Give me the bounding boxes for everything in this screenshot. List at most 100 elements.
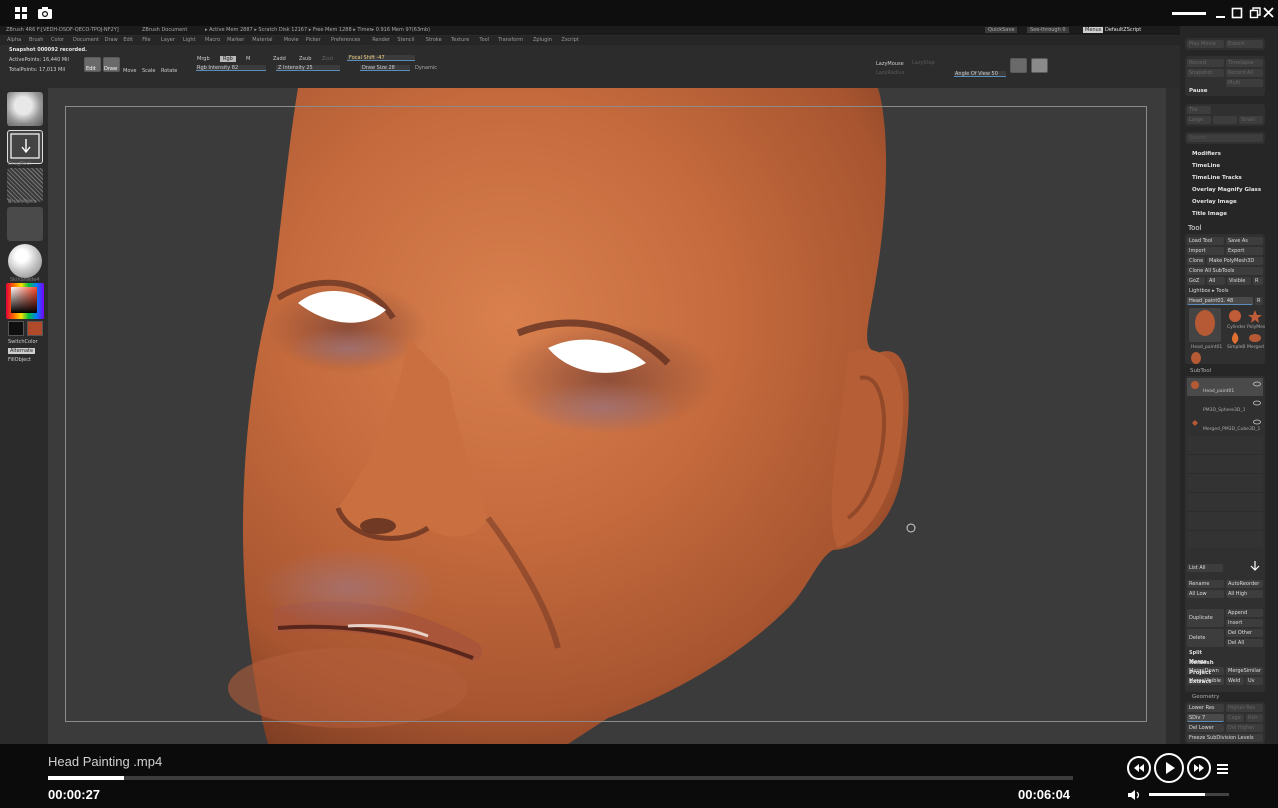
duplicate-button[interactable]: Duplicate [1187,609,1224,627]
play-movie-button[interactable]: Play Movie [1187,40,1224,48]
menu-color[interactable]: Color [51,37,64,43]
subtool-row-3[interactable]: Merged_PM3D_Cube3D_1 [1187,416,1263,434]
search-box[interactable]: Search [1185,132,1265,144]
rename-button[interactable]: Rename [1187,580,1224,588]
goz-r-button[interactable]: R [1253,277,1263,285]
extract-item[interactable]: Extract [1189,679,1211,685]
uv-button[interactable]: Uv [1246,677,1263,685]
volume-icon[interactable] [1127,787,1143,801]
seek-bar[interactable] [48,776,1073,780]
geometry-header[interactable]: Geometry [1192,694,1219,700]
small-head-thumbnail[interactable] [1189,350,1203,364]
menu-alpha[interactable]: Alpha [7,37,21,43]
timeline-item[interactable]: TimeLine [1192,163,1220,169]
fast-forward-button[interactable] [1187,756,1211,780]
main-color-swatch[interactable] [8,321,24,336]
rstr-button[interactable]: Rstr [1246,714,1263,722]
higher-res-button[interactable]: Higher Res [1226,704,1263,712]
color-picker[interactable] [6,283,44,319]
del-other-button[interactable]: Del Other [1226,629,1263,637]
persp-button[interactable] [1010,58,1027,73]
search-field[interactable]: Search [1187,134,1263,142]
lsym-button[interactable] [1050,58,1067,73]
menu-draw[interactable]: Draw [105,37,118,43]
menu-macro[interactable]: Macro [205,37,220,43]
pause-button[interactable]: Pause [1189,88,1208,94]
menus-button[interactable]: Menus [1083,27,1104,33]
all-high-button[interactable]: All High [1226,590,1263,598]
menu-document[interactable]: Document [73,37,99,43]
weld-button[interactable]: Weld [1226,677,1244,685]
minimize-bar-icon[interactable] [1172,4,1206,22]
tool-name-slider[interactable]: Head_paint01. 48 [1187,297,1253,305]
delete-button[interactable]: Delete [1187,629,1224,647]
lazyradius-slider[interactable]: LazyRadius [876,70,904,76]
make-polymesh-button[interactable]: Make PolyMesh3D [1207,257,1263,265]
goz-button[interactable]: GoZ [1187,277,1205,285]
secondary-color-swatch[interactable] [27,321,43,336]
m-button[interactable]: M [246,56,250,62]
tool-palette-header[interactable]: Tool [1188,224,1202,232]
color-picker-square[interactable] [11,287,37,313]
export-movie-button[interactable]: Export [1226,40,1263,48]
menu-stencil[interactable]: Stencil [397,37,414,43]
all-low-button[interactable]: All Low [1187,590,1224,598]
del-lower-button[interactable]: Del Lower [1187,724,1224,732]
default-zscript-button[interactable]: DefaultZScript [1105,27,1141,33]
move-view-button[interactable] [1106,58,1123,73]
menu-file[interactable]: File [142,37,150,43]
zbrush-canvas[interactable] [48,88,1166,744]
zadd-button[interactable]: Zadd [273,56,286,62]
timelapse-button[interactable]: Timelapse [1226,59,1263,67]
goz-all-button[interactable]: All [1207,277,1225,285]
menu-layer[interactable]: Layer [161,37,175,43]
lazymouse-button[interactable]: LazyMouse [876,61,904,67]
menu-transform[interactable]: Transform [498,37,523,43]
overlay-image-item[interactable]: Overlay Image [1192,199,1237,205]
menu-light[interactable]: Light [183,37,195,43]
volume-slider[interactable] [1149,793,1229,796]
rgb-button[interactable]: Rgb [220,56,236,62]
load-tool-button[interactable]: Load Tool [1187,237,1224,245]
record-all-button[interactable]: Record All [1226,69,1263,77]
modifiers-item[interactable]: Modifiers [1192,151,1221,157]
cage-button[interactable]: Cage [1226,714,1244,722]
merged-tool-thumbnail[interactable] [1247,330,1263,344]
insert-button[interactable]: Insert [1226,619,1263,627]
freeze-subdivision-button[interactable]: Freeze SubDivision Levels [1187,734,1263,742]
fill-object-button[interactable]: FillObject [8,357,31,363]
del-all-button[interactable]: Del All [1226,639,1263,647]
menu-render[interactable]: Render [372,37,390,43]
grid-menu-icon[interactable] [14,5,30,21]
menu-zscript[interactable]: Zscript [561,37,578,43]
menu-zplugin[interactable]: Zplugin [533,37,552,43]
split-button[interactable]: Split [1187,649,1224,657]
snapshot-button[interactable]: Snapshot [1187,69,1224,77]
see-through-slider[interactable]: See-through 0 [1027,27,1069,33]
menu-picker[interactable]: Picker [306,37,321,43]
quicksave-button[interactable]: QuickSave [985,27,1018,33]
title-image-item[interactable]: Title Image [1192,211,1227,217]
large-button[interactable]: Large [1187,116,1211,124]
floor-button[interactable] [1031,58,1048,73]
save-as-button[interactable]: Save As [1226,237,1263,245]
overlay-magnify-item[interactable]: Overlay Magnify Glass [1192,187,1261,193]
switch-color-button[interactable]: SwitchColor [8,339,38,345]
brush-thumbnail[interactable] [7,92,43,126]
frame-button[interactable] [1088,58,1105,73]
close-icon[interactable] [1262,4,1278,22]
sdiv-slider[interactable]: SDiv 7 [1187,714,1224,722]
import-button[interactable]: Import [1187,247,1224,255]
small-button[interactable]: Small [1239,116,1263,124]
playlist-menu-icon[interactable] [1216,761,1230,775]
menu-preferences[interactable]: Preferences [331,37,360,43]
head-tool-thumbnail[interactable] [1189,308,1221,342]
subtool-row-1[interactable]: Head_paint01 [1187,378,1263,396]
simplebrush-tool-thumbnail[interactable] [1227,330,1243,344]
subtool-row-2[interactable]: PM3D_Sphere3D_1 [1187,397,1263,415]
medium-button[interactable] [1213,116,1237,124]
eye-icon[interactable] [1253,399,1261,407]
rewind-button[interactable] [1127,756,1151,780]
play-button[interactable] [1154,753,1184,783]
menu-edit[interactable]: Edit [123,37,133,43]
